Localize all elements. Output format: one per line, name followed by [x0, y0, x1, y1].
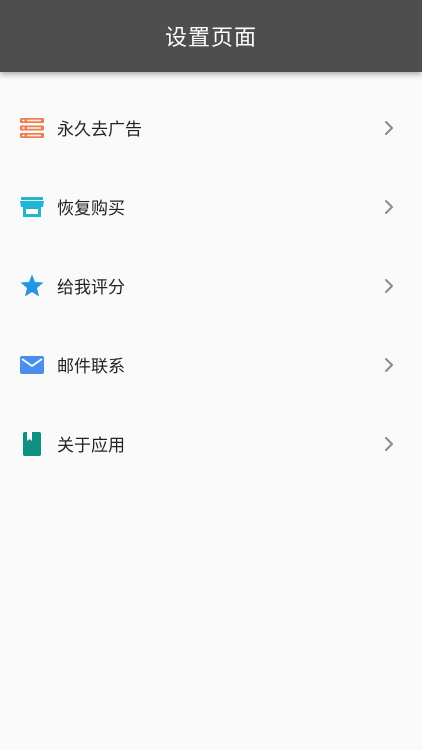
menu-item-label: 恢复购买 [57, 199, 125, 219]
chevron-right-icon [382, 199, 396, 215]
menu-item-rate-app[interactable]: 给我评分 [0, 246, 422, 325]
chevron-right-icon [382, 278, 396, 294]
menu-item-label: 关于应用 [57, 436, 125, 456]
store-icon [20, 195, 44, 219]
star-icon [20, 274, 44, 298]
menu-item-remove-ads[interactable]: 永久去广告 [0, 88, 422, 167]
menu-item-restore-purchase[interactable]: 恢复购买 [0, 167, 422, 246]
menu-item-email-contact[interactable]: 邮件联系 [0, 325, 422, 404]
list-icon [20, 116, 44, 140]
chevron-right-icon [382, 436, 396, 452]
menu-item-label: 给我评分 [57, 278, 125, 298]
settings-screen: 设置页面 永久去广告 恢复购买 给我评分 邮件联系 关于应用 [0, 0, 422, 750]
page-title: 设置页面 [164, 26, 257, 51]
mail-icon [20, 353, 44, 377]
settings-menu: 永久去广告 恢复购买 给我评分 邮件联系 关于应用 [0, 88, 422, 483]
menu-item-about-app[interactable]: 关于应用 [0, 404, 422, 483]
book-icon [20, 431, 44, 456]
menu-item-label: 邮件联系 [57, 357, 125, 377]
chevron-right-icon [382, 120, 396, 136]
app-header: 设置页面 [0, 0, 422, 72]
chevron-right-icon [382, 357, 396, 373]
menu-item-label: 永久去广告 [57, 120, 142, 140]
